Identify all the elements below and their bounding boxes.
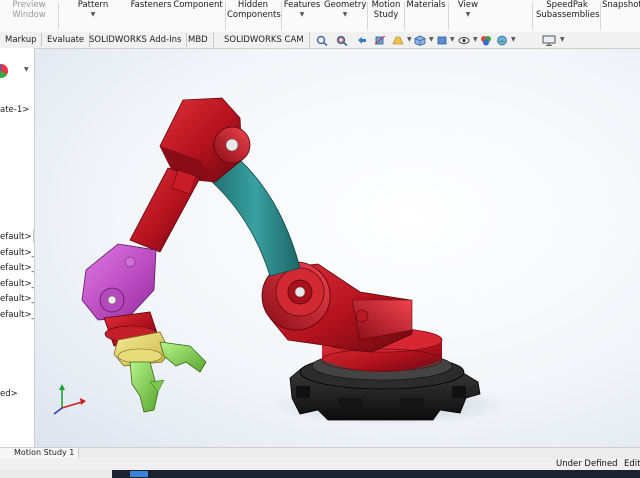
materials-button[interactable]: Materials	[406, 0, 446, 32]
tree-item[interactable]: efault>_	[0, 279, 34, 289]
display-style-icon[interactable]	[436, 35, 448, 46]
tree-item[interactable]: efault>_	[0, 310, 34, 320]
chevron-down-icon[interactable]: ▼	[429, 36, 434, 43]
speedpak-label-2: Subassemblies	[536, 10, 600, 20]
chevron-down-icon[interactable]: ▼	[70, 10, 116, 20]
snapshot-button[interactable]: Snapshot	[602, 0, 640, 32]
taskbar-search-box[interactable]	[0, 470, 112, 478]
chevron-down-icon[interactable]: ▼	[560, 36, 565, 43]
chevron-down-icon[interactable]: ▼	[511, 36, 516, 43]
ribbon-separator	[448, 2, 449, 30]
preview-window-label-2: Window	[12, 10, 46, 20]
view-button[interactable]: View ▼	[452, 0, 484, 32]
tree-item[interactable]: efault>_	[0, 294, 34, 304]
ribbon-separator	[404, 2, 405, 30]
ribbon-separator	[532, 2, 533, 30]
zoom-to-fit-icon[interactable]	[316, 35, 328, 46]
snapshot-label: Snapshot	[602, 0, 640, 10]
component-label: Component	[173, 0, 223, 10]
fasteners-button[interactable]: Fasteners	[128, 0, 174, 32]
ribbon-separator	[225, 2, 226, 30]
view-label: View	[457, 0, 479, 10]
scene-icon[interactable]	[496, 35, 508, 46]
pattern-button[interactable]: Pattern ▼	[70, 0, 116, 32]
tree-item[interactable]: ed>	[0, 389, 18, 399]
tree-item[interactable]: efault>	[0, 232, 32, 242]
tree-item[interactable]: efault>_	[0, 248, 34, 258]
tab-mbd[interactable]: MBD	[183, 33, 214, 47]
command-manager-ribbon: Preview Window Pattern ▼ Fasteners Compo…	[0, 0, 640, 33]
graphics-viewport[interactable]	[35, 49, 640, 447]
view-settings-icon[interactable]	[542, 35, 556, 46]
tab-motion-study-1[interactable]: Motion Study 1	[10, 448, 80, 458]
pattern-label: Pattern	[77, 0, 109, 10]
tree-item[interactable]: ate-1>	[0, 105, 29, 115]
materials-label: Materials	[406, 0, 446, 10]
hidden-components-label-2: Components	[227, 10, 281, 20]
status-under-defined: Under Defined	[556, 459, 618, 469]
ribbon-separator	[281, 2, 282, 30]
teal-connecting-link[interactable]	[209, 159, 301, 277]
features-button[interactable]: Features ▼	[283, 0, 321, 32]
edit-appearance-icon[interactable]	[480, 35, 492, 46]
ribbon-separator	[600, 2, 601, 30]
chevron-down-icon[interactable]: ▼	[473, 36, 478, 43]
hidden-components-label-1: Hidden	[237, 0, 269, 10]
speedpak-button[interactable]: SpeedPak Subassemblies	[536, 0, 600, 32]
chevron-down-icon[interactable]: ▼	[283, 10, 321, 20]
triad-icon	[53, 384, 86, 415]
tab-solidworks-add-ins[interactable]: SOLIDWORKS Add-Ins	[84, 33, 188, 47]
chevron-down-icon[interactable]: ▼	[450, 36, 455, 43]
shoulder-joint[interactable]	[261, 261, 413, 353]
tab-evaluate[interactable]: Evaluate	[42, 33, 91, 47]
feature-manager-tree: ▼ ate-1> efault> efault>_ efault>_ efaul…	[0, 48, 35, 447]
preview-window-button[interactable]: Preview Window	[6, 0, 52, 32]
ribbon-separator	[367, 2, 368, 30]
hidden-components-button[interactable]: Hidden Components	[227, 0, 281, 32]
hide-show-icon[interactable]	[458, 35, 470, 46]
robot-arm-model[interactable]	[35, 49, 640, 447]
component-button[interactable]: Component	[173, 0, 223, 32]
ribbon-separator	[58, 2, 59, 30]
new-motion-study-button[interactable]: Motion Study	[369, 0, 403, 32]
status-editing: Editi	[624, 459, 640, 469]
previous-view-icon[interactable]	[356, 35, 368, 46]
wrist-joint[interactable]	[81, 243, 157, 321]
chevron-down-icon[interactable]: ▼	[324, 10, 366, 20]
forearm-tube[interactable]	[129, 167, 201, 253]
speedpak-label-1: SpeedPak	[546, 0, 588, 10]
section-view-icon[interactable]	[374, 35, 386, 46]
features-label: Features	[283, 0, 321, 10]
chevron-down-icon[interactable]: ▼	[407, 36, 412, 43]
appearance-icon[interactable]	[0, 64, 8, 78]
dynamic-annotation-icon[interactable]	[392, 35, 404, 46]
motion-study-label-1: Motion	[371, 0, 401, 10]
view-orientation-icon[interactable]	[414, 35, 426, 46]
fasteners-label: Fasteners	[130, 0, 172, 10]
taskbar-app-icon[interactable]	[130, 471, 148, 477]
tab-solidworks-cam[interactable]: SOLIDWORKS CAM	[219, 33, 310, 47]
chevron-down-icon[interactable]: ▼	[24, 66, 29, 73]
motion-study-label-2: Study	[373, 10, 399, 20]
zoom-area-icon[interactable]	[336, 35, 348, 46]
tab-markup[interactable]: Markup	[0, 33, 43, 47]
geometry-label: Geometry	[324, 0, 367, 10]
preview-window-label-1: Preview	[12, 0, 46, 10]
chevron-down-icon[interactable]: ▼	[452, 10, 484, 20]
os-taskbar	[0, 470, 640, 478]
reference-geometry-button[interactable]: Geometry ▼	[324, 0, 366, 32]
tree-item[interactable]: efault>_	[0, 263, 34, 273]
status-bar: Under Defined Editi	[0, 458, 640, 470]
